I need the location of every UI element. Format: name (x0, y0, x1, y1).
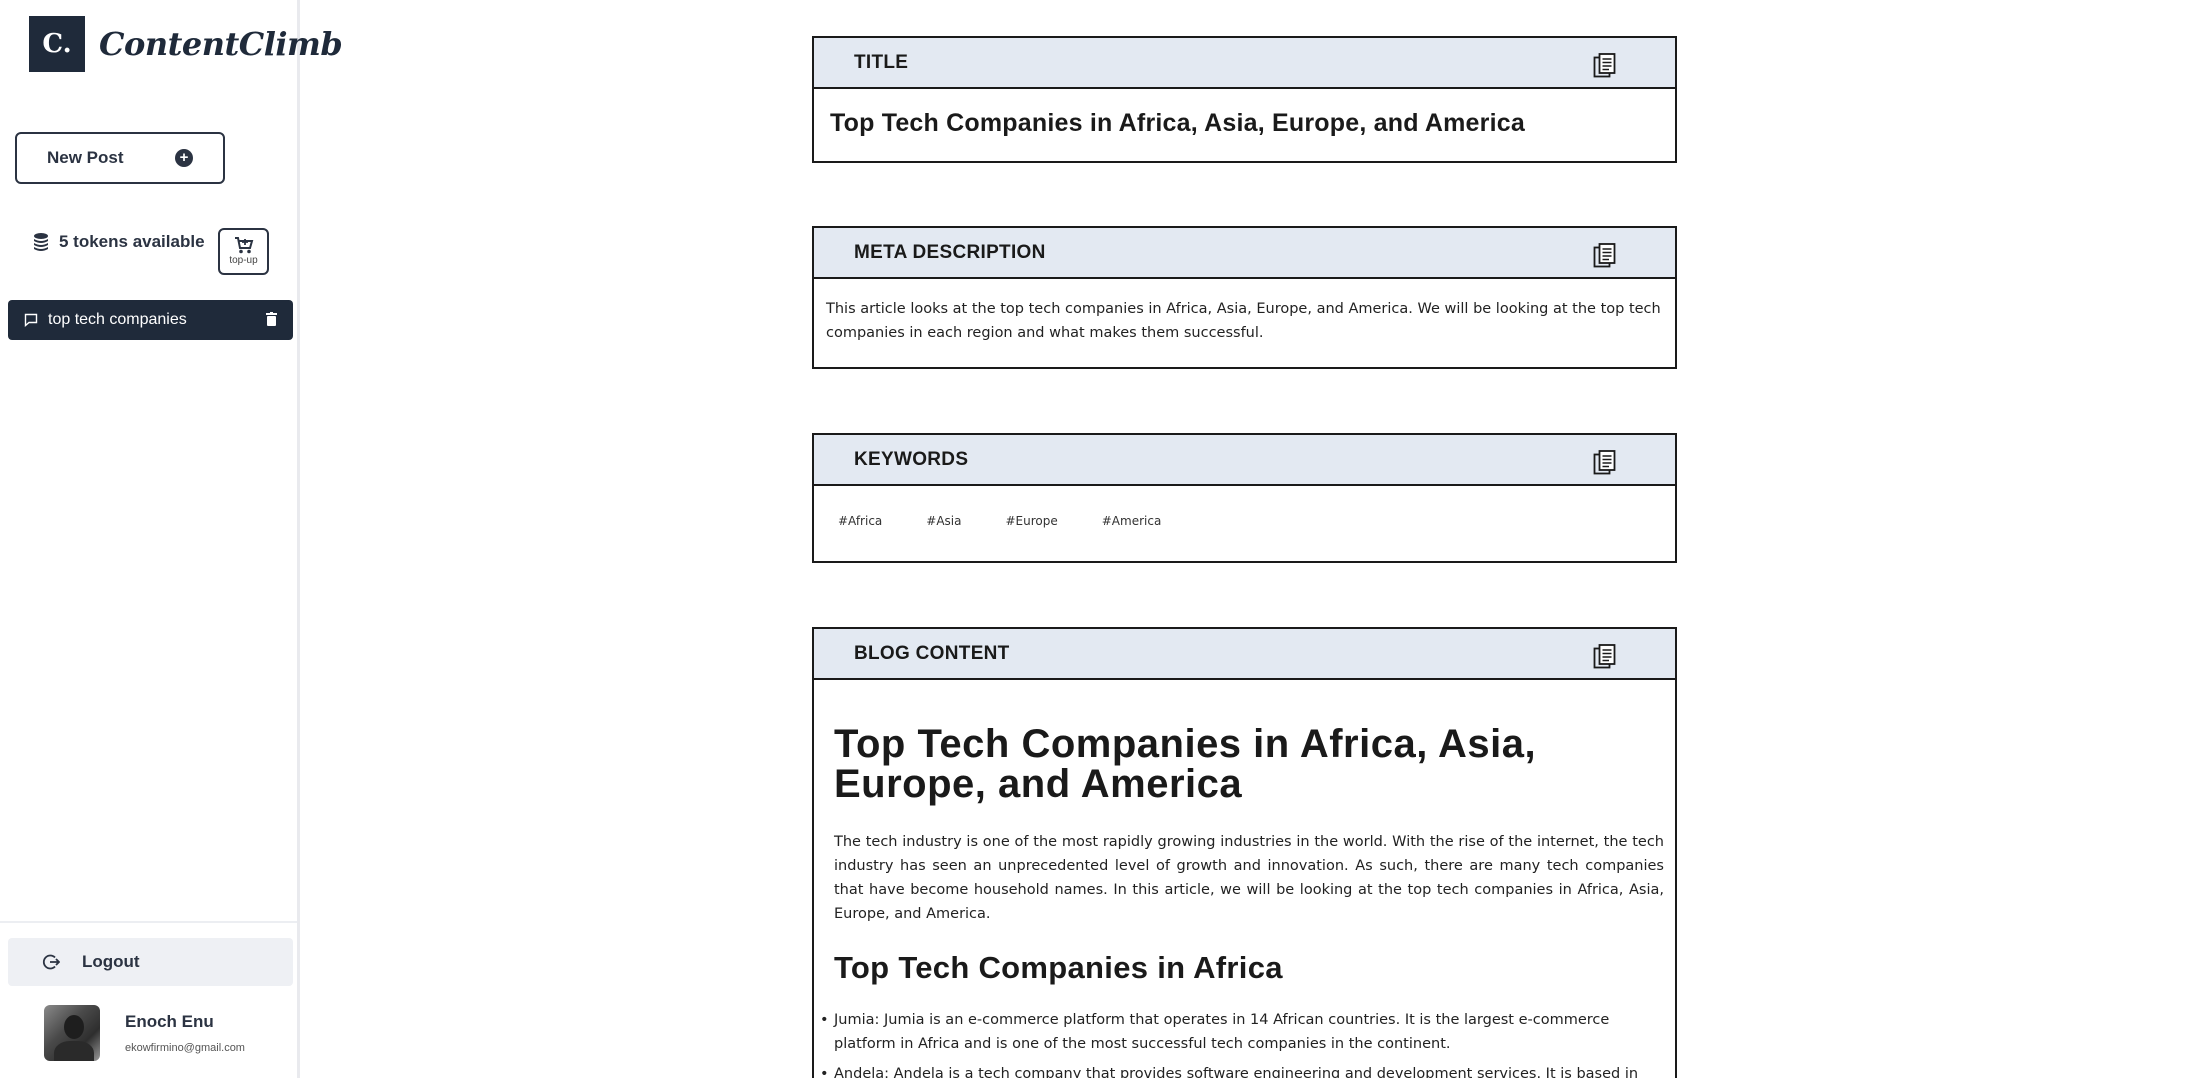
coins-icon (34, 233, 48, 251)
plus-circle-icon: + (175, 149, 193, 167)
keyword-tag: #Europe (1005, 514, 1058, 528)
title-card-header: TITLE (814, 38, 1675, 89)
keyword-tag: #Africa (838, 514, 883, 528)
meta-card: META DESCRIPTION This article looks at t… (812, 226, 1677, 369)
user-name: Enoch Enu (125, 1012, 214, 1031)
keyword-list: #Africa #Asia #Europe #America (814, 486, 1675, 556)
trash-icon[interactable] (266, 312, 277, 326)
blog-list: Jumia: Jumia is an e-commerce platform t… (820, 1008, 1664, 1078)
keywords-card-header: KEYWORDS (814, 435, 1675, 486)
user-profile[interactable]: Enoch Enu ekowfirmino@gmail.com (44, 1005, 245, 1061)
copy-icon[interactable] (1593, 53, 1617, 79)
blog-body[interactable]: Top Tech Companies in Africa, Asia, Euro… (814, 680, 1675, 1078)
keyword-tag: #Asia (926, 514, 962, 528)
list-item: Andela: Andela is a tech company that pr… (820, 1062, 1664, 1078)
logo-mark: C. (29, 16, 85, 72)
logout-label: Logout (82, 952, 140, 971)
copy-icon[interactable] (1593, 243, 1617, 269)
copy-icon[interactable] (1593, 450, 1617, 476)
blog-heading: Top Tech Companies in Africa, Asia, Euro… (834, 722, 1537, 806)
blog-intro: The tech industry is one of the most rap… (834, 834, 1664, 922)
new-post-label: New Post (47, 148, 124, 167)
topup-button[interactable]: top-up (218, 228, 269, 275)
tokens-info: 5 tokens available (32, 232, 205, 252)
new-post-button[interactable]: New Post + (15, 132, 225, 184)
sidebar-divider (0, 921, 297, 923)
list-item: Jumia: Jumia is an e-commerce platform t… (820, 1008, 1664, 1056)
tokens-label: 5 tokens available (59, 232, 205, 251)
meta-value[interactable]: This article looks at the top tech compa… (814, 279, 1675, 363)
keywords-card: KEYWORDS #Africa #Asia #Europe #America (812, 433, 1677, 563)
sidebar-item-post[interactable]: top tech companies (8, 300, 293, 340)
title-value[interactable]: Top Tech Companies in Africa, Asia, Euro… (814, 89, 1675, 158)
blog-card-heading: BLOG CONTENT (854, 642, 1010, 664)
title-card: TITLE Top Tech Companies in Africa, Asia… (812, 36, 1677, 163)
title-card-heading: TITLE (854, 51, 909, 73)
blog-subheading: Top Tech Companies in Africa (834, 950, 1283, 985)
user-info: Enoch Enu ekowfirmino@gmail.com (125, 1012, 245, 1054)
cart-icon (234, 237, 253, 254)
meta-card-heading: META DESCRIPTION (854, 241, 1046, 263)
copy-icon[interactable] (1593, 644, 1617, 670)
keywords-card-heading: KEYWORDS (854, 448, 969, 470)
logout-button[interactable]: Logout (8, 938, 293, 986)
logo[interactable]: C. ContentClimb (29, 16, 343, 72)
blog-card: BLOG CONTENT Top Tech Companies in Afric… (812, 627, 1677, 1078)
post-label: top tech companies (48, 311, 187, 328)
blog-card-header: BLOG CONTENT (814, 629, 1675, 680)
keyword-tag: #America (1101, 514, 1162, 528)
sidebar: C. ContentClimb New Post + 5 tokens avai… (0, 0, 343, 1078)
chat-icon (24, 313, 38, 327)
topup-label: top-up (229, 255, 258, 266)
logout-icon (42, 954, 60, 970)
logo-text: ContentClimb (99, 25, 343, 63)
avatar (44, 1005, 100, 1061)
meta-card-header: META DESCRIPTION (814, 228, 1675, 279)
user-email: ekowfirmino@gmail.com (125, 1042, 245, 1054)
